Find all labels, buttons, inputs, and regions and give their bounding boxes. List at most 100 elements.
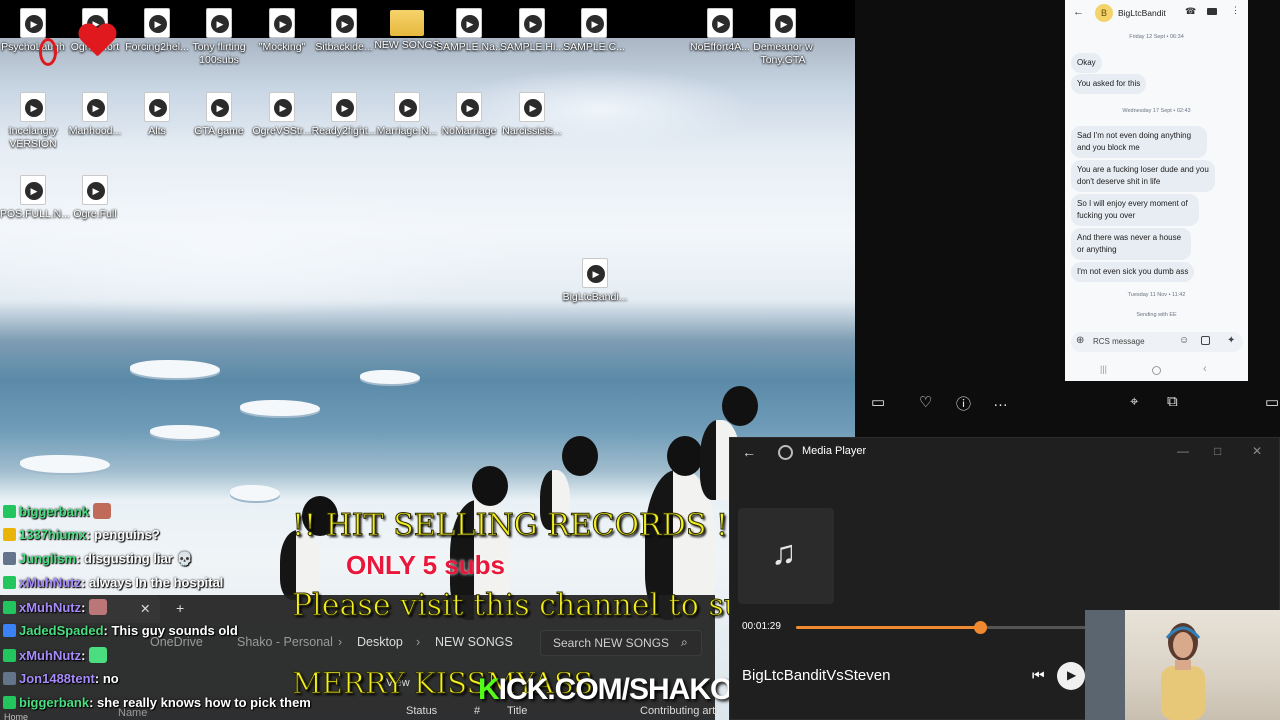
heart-icon: [78, 24, 116, 58]
chat-username[interactable]: biggerbank: [19, 504, 89, 519]
phone-header: ← B BigLtcBandit ☎ ⋮: [1065, 0, 1248, 26]
media-file-icon: [519, 92, 545, 122]
desktop-icon[interactable]: BigLtcBandi...: [562, 258, 628, 304]
crop-icon[interactable]: ⌖: [1130, 393, 1138, 410]
chat-username[interactable]: xMuhNutz: [19, 600, 81, 615]
media-file-icon: [394, 92, 420, 122]
close-button[interactable]: ✕: [1252, 444, 1262, 458]
chat-badge-icon: [3, 624, 16, 637]
back-arrow-icon[interactable]: ←: [742, 444, 756, 460]
home-icon[interactable]: [1152, 366, 1161, 375]
desktop-icon[interactable]: Ready2fight...: [311, 92, 377, 138]
video-call-icon[interactable]: [1207, 8, 1217, 15]
ice-floe: [240, 400, 320, 416]
compose-field[interactable]: ⊕ RCS message ☺ ✦: [1071, 332, 1243, 352]
desktop-icon[interactable]: Alts: [124, 92, 190, 138]
desktop-icon[interactable]: Ogre.Full: [62, 175, 128, 221]
window-title: Media Player: [802, 445, 867, 457]
desktop-icon[interactable]: SAMPLE.Na...: [436, 8, 504, 54]
desktop-icon[interactable]: NEW SONGS: [374, 8, 440, 52]
chat-username[interactable]: Junglism: [19, 551, 76, 566]
chat-text: : she really knows how to pick them: [89, 695, 311, 710]
chat-username[interactable]: xMuhNutz: [19, 648, 81, 663]
desktop-icon[interactable]: NoEffort4A...: [687, 8, 753, 54]
seek-bar[interactable]: [796, 621, 1092, 634]
desktop-icon[interactable]: "Mocking": [249, 8, 315, 54]
chat-badge-icon: [3, 696, 16, 709]
seek-thumb[interactable]: [973, 621, 987, 634]
chat-badge-icon: [3, 601, 16, 614]
media-file-icon: [82, 175, 108, 205]
breadcrumb-separator: ›: [416, 635, 421, 649]
desktop-icon[interactable]: Demeanor w Tony.GTA: [750, 8, 816, 67]
folder-icon: [390, 10, 424, 36]
media-player-logo-icon: [778, 445, 793, 460]
chat-badge-icon: [3, 672, 16, 685]
chat-badge-icon: [3, 528, 16, 541]
chat-username[interactable]: Jon1488tent: [19, 671, 95, 686]
contact-avatar: B: [1095, 4, 1113, 22]
maximize-button[interactable]: □: [1214, 444, 1221, 458]
back-arrow-icon[interactable]: ←: [1073, 6, 1084, 18]
kick-logo-icon: K: [478, 673, 500, 706]
column-status[interactable]: Status: [406, 705, 437, 717]
desktop-icon[interactable]: POS.FULL.N...: [0, 175, 70, 221]
chat-username[interactable]: biggerbank: [19, 695, 89, 710]
play-icon: ▶: [1067, 668, 1077, 682]
compose-placeholder: RCS message: [1093, 337, 1145, 346]
more-options-icon[interactable]: ⋮: [1231, 5, 1240, 16]
play-button[interactable]: ▶: [1057, 662, 1085, 690]
slideshow-icon[interactable]: ▭: [1265, 393, 1279, 411]
ice-floe: [20, 455, 110, 473]
desktop-icon[interactable]: Marriage.N...: [374, 92, 440, 138]
chat-message: Jon1488tent: no: [0, 671, 119, 693]
back-nav-icon[interactable]: ‹: [1203, 363, 1207, 375]
contact-name: BigLtcBandit: [1118, 8, 1166, 18]
info-icon[interactable]: ⓘ: [956, 393, 971, 414]
recent-apps-icon[interactable]: |||: [1100, 364, 1107, 374]
desktop-icon[interactable]: Forcing2hel...: [124, 8, 190, 54]
emoji-icon[interactable]: ☺: [1179, 335, 1189, 346]
chat-username[interactable]: 1337hiumx: [19, 527, 86, 542]
desktop-icon[interactable]: SAMPLE.C...: [561, 8, 627, 54]
desktop-icon[interactable]: Incelangry VERSION: [0, 92, 66, 151]
desktop-icon[interactable]: Tony flirting 100subs: [186, 8, 252, 67]
tab-close-button[interactable]: ✕: [140, 601, 150, 616]
streamer-person: [1161, 623, 1205, 720]
desktop-icon[interactable]: NoMarriage: [436, 92, 502, 138]
chat-username[interactable]: JadedSpaded: [19, 623, 104, 638]
desktop-icon[interactable]: SAMPLE.Hi...: [499, 8, 565, 54]
webcam-feed: [1085, 610, 1280, 720]
ice-floe: [230, 485, 280, 501]
add-attachment-icon[interactable]: ⊕: [1076, 335, 1084, 346]
minimize-button[interactable]: —: [1177, 444, 1189, 458]
favorite-heart-icon[interactable]: ♡: [919, 393, 932, 411]
breadcrumb-desktop[interactable]: Desktop: [357, 635, 403, 649]
media-file-icon: [144, 8, 170, 38]
gallery-icon[interactable]: [1201, 336, 1210, 345]
sparkle-icon[interactable]: ✦: [1227, 335, 1235, 346]
edit-icon[interactable]: ⧉: [1167, 393, 1178, 410]
previous-track-icon[interactable]: ⏮: [1032, 667, 1045, 684]
date-stamp: Wednesday 17 Sept • 02:43: [1122, 108, 1191, 114]
desktop-icon[interactable]: OgreVSStr...: [249, 92, 315, 138]
explorer-search-input[interactable]: Search NEW SONGS ⌕: [540, 630, 702, 656]
screen: PsychoLaugh OgreSnort Forcing2hel... Ton…: [0, 0, 1280, 720]
desktop-icon[interactable]: Sitbackide...: [311, 8, 377, 54]
chat-username[interactable]: xMuhNutz: [19, 575, 81, 590]
desktop-icon[interactable]: Manhood...: [62, 92, 128, 138]
red-circle-annotation: [39, 38, 57, 66]
breadcrumb-personal[interactable]: Shako - Personal: [237, 635, 333, 649]
phone-call-icon[interactable]: ☎: [1185, 6, 1196, 17]
desktop-icon[interactable]: GTA game: [186, 92, 252, 138]
more-icon[interactable]: …: [993, 393, 1008, 410]
filmstrip-icon[interactable]: ▭: [871, 393, 885, 411]
new-tab-button[interactable]: +: [176, 600, 184, 616]
desktop-icon[interactable]: Narcissists...: [499, 92, 565, 138]
media-file-icon: [456, 92, 482, 122]
breadcrumb-new-songs[interactable]: NEW SONGS: [435, 635, 513, 649]
chat-text: : This guy sounds old: [103, 623, 238, 638]
chat-message: JadedSpaded: This guy sounds old: [0, 623, 238, 645]
chat-text: : no: [94, 671, 119, 686]
search-placeholder: Search NEW SONGS: [553, 636, 670, 650]
